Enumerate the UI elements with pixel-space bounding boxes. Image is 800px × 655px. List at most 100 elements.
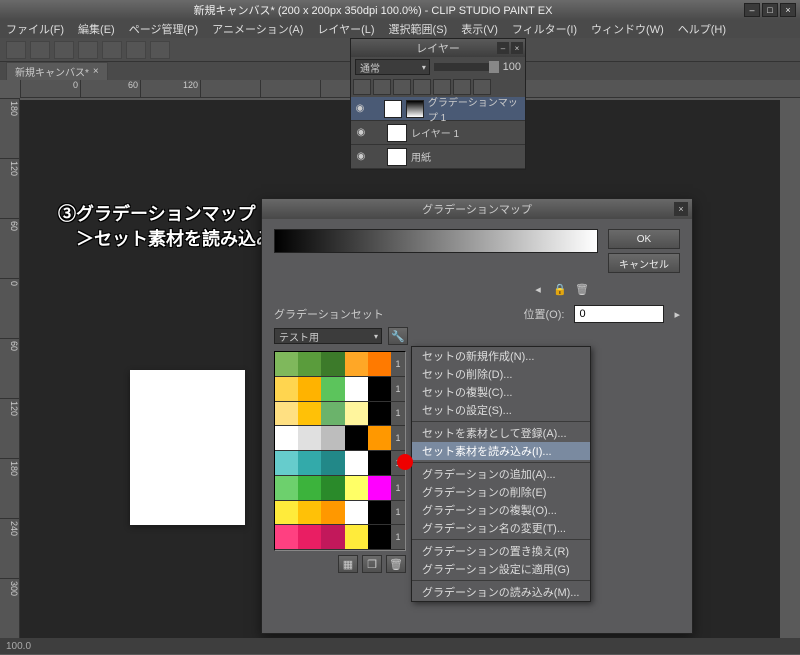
blend-mode-dropdown[interactable]: 通常: [355, 59, 430, 75]
preset-swatch: [298, 525, 321, 549]
menu-file[interactable]: ファイル(F): [6, 21, 64, 37]
menu-help[interactable]: ヘルプ(H): [678, 21, 726, 37]
preset-add-icon[interactable]: ▦: [338, 555, 358, 573]
gradient-preview[interactable]: [274, 229, 598, 253]
context-menu-item[interactable]: グラデーションの読み込み(M)...: [412, 583, 590, 601]
layer-tool-button[interactable]: [353, 79, 371, 95]
preset-swatch: [345, 501, 368, 525]
menu-page[interactable]: ページ管理(P): [129, 21, 198, 37]
opacity-slider[interactable]: [434, 63, 499, 71]
layer-tool-button[interactable]: [373, 79, 391, 95]
trash-icon[interactable]: 🗑: [574, 281, 590, 297]
preset-row[interactable]: 1: [275, 426, 405, 451]
canvas[interactable]: [130, 370, 245, 525]
preset-row[interactable]: 1: [275, 402, 405, 427]
panel-close-icon[interactable]: ×: [511, 42, 523, 54]
layer-list: ◉ グラデーションマップ 1 ◉ レイヤー 1 ◉ 用紙: [351, 97, 525, 169]
panel-minimize-icon[interactable]: –: [497, 42, 509, 54]
menu-filter[interactable]: フィルター(I): [512, 21, 577, 37]
gradation-set-dropdown[interactable]: テスト用: [274, 328, 382, 344]
preset-swatch: [321, 501, 344, 525]
preset-row[interactable]: 1: [275, 476, 405, 501]
preset-count: 1: [391, 426, 405, 450]
visibility-icon[interactable]: ◉: [351, 151, 371, 162]
toolbar-button[interactable]: [6, 41, 26, 59]
preset-swatch: [345, 476, 368, 500]
preset-swatch: [275, 525, 298, 549]
ok-button[interactable]: OK: [608, 229, 680, 249]
toolbar-button[interactable]: [126, 41, 146, 59]
menu-selection[interactable]: 選択範囲(S): [389, 21, 448, 37]
visibility-icon[interactable]: ◉: [351, 103, 369, 114]
preset-count: 1: [391, 377, 405, 401]
dialog-titlebar[interactable]: グラデーションマップ ×: [262, 199, 692, 219]
menu-window[interactable]: ウィンドウ(W): [591, 21, 664, 37]
layer-row-gradmap[interactable]: ◉ グラデーションマップ 1: [351, 97, 525, 121]
context-menu-item[interactable]: グラデーションの削除(E): [412, 483, 590, 501]
layer-panel-title[interactable]: レイヤー – ×: [351, 39, 525, 57]
context-menu-item[interactable]: グラデーションの置き換え(R): [412, 542, 590, 560]
dialog-close-icon[interactable]: ×: [674, 202, 688, 216]
layer-name: グラデーションマップ 1: [426, 94, 525, 124]
preset-row[interactable]: 1: [275, 501, 405, 526]
preset-row[interactable]: 1: [275, 525, 405, 550]
wrench-icon[interactable]: 🔧: [388, 327, 408, 345]
close-button[interactable]: ×: [780, 3, 796, 17]
arrow-right-icon[interactable]: ▸: [674, 308, 680, 321]
layer-thumb: [384, 100, 402, 118]
layer-row[interactable]: ◉ レイヤー 1: [351, 121, 525, 145]
toolbar-button[interactable]: [102, 41, 122, 59]
context-menu-item[interactable]: セットの削除(D)...: [412, 365, 590, 383]
menu-edit[interactable]: 編集(E): [78, 21, 115, 37]
preset-swatch: [275, 451, 298, 475]
menu-layer[interactable]: レイヤー(L): [317, 21, 374, 37]
ruler-vertical: 180 120 60 0 60 120 180 240 300: [0, 98, 20, 654]
lock-icon[interactable]: 🔒: [552, 281, 568, 297]
context-menu-item[interactable]: グラデーションの追加(A)...: [412, 465, 590, 483]
toolbar-button[interactable]: [78, 41, 98, 59]
document-tab[interactable]: 新規キャンバス* ×: [6, 62, 108, 80]
cancel-button[interactable]: キャンセル: [608, 253, 680, 273]
context-menu-item[interactable]: セットを素材として登録(A)...: [412, 424, 590, 442]
visibility-icon[interactable]: ◉: [351, 127, 371, 138]
preset-swatch: [298, 476, 321, 500]
preset-row[interactable]: 1: [275, 352, 405, 377]
preset-swatch: [368, 525, 391, 549]
toolbar-button[interactable]: [150, 41, 170, 59]
context-menu-item[interactable]: セット素材を読み込み(I)...: [412, 442, 590, 460]
tab-close-icon[interactable]: ×: [93, 66, 99, 77]
ruler-tick: 120: [140, 80, 200, 97]
preset-count: 1: [391, 402, 405, 426]
layer-name: レイヤー 1: [409, 125, 459, 140]
menu-view[interactable]: 表示(V): [461, 21, 498, 37]
preset-swatch: [368, 352, 391, 376]
preset-del-icon[interactable]: 🗑: [386, 555, 406, 573]
preset-swatch: [275, 426, 298, 450]
context-menu-item[interactable]: セットの新規作成(N)...: [412, 347, 590, 365]
ruler-tick: 180: [0, 98, 19, 158]
context-menu-item[interactable]: グラデーションの複製(O)...: [412, 501, 590, 519]
preset-swatch: [345, 525, 368, 549]
toolbar-button[interactable]: [30, 41, 50, 59]
menu-animation[interactable]: アニメーション(A): [212, 21, 303, 37]
preset-swatch: [298, 402, 321, 426]
preset-copy-icon[interactable]: ❐: [362, 555, 382, 573]
layer-row-paper[interactable]: ◉ 用紙: [351, 145, 525, 169]
maximize-button[interactable]: □: [762, 3, 778, 17]
layer-tool-button[interactable]: [393, 79, 411, 95]
context-menu-item[interactable]: グラデーション名の変更(T)...: [412, 519, 590, 537]
position-input[interactable]: [574, 305, 664, 323]
preset-row[interactable]: 1: [275, 377, 405, 402]
preset-row[interactable]: 1: [275, 451, 405, 476]
context-menu-item[interactable]: グラデーション設定に適用(G): [412, 560, 590, 578]
minimize-button[interactable]: –: [744, 3, 760, 17]
context-menu-item[interactable]: セットの設定(S)...: [412, 401, 590, 419]
arrow-left-icon[interactable]: ◂: [530, 281, 546, 297]
layer-thumb: [387, 148, 407, 166]
preset-swatch: [345, 377, 368, 401]
opacity-value: 100: [503, 61, 521, 73]
context-menu-item[interactable]: セットの複製(C)...: [412, 383, 590, 401]
annotation-line2: ＞セット素材を読み込み: [58, 227, 274, 252]
toolbar-button[interactable]: [54, 41, 74, 59]
window-title: 新規キャンバス* (200 x 200px 350dpi 100.0%) - C…: [4, 2, 742, 18]
